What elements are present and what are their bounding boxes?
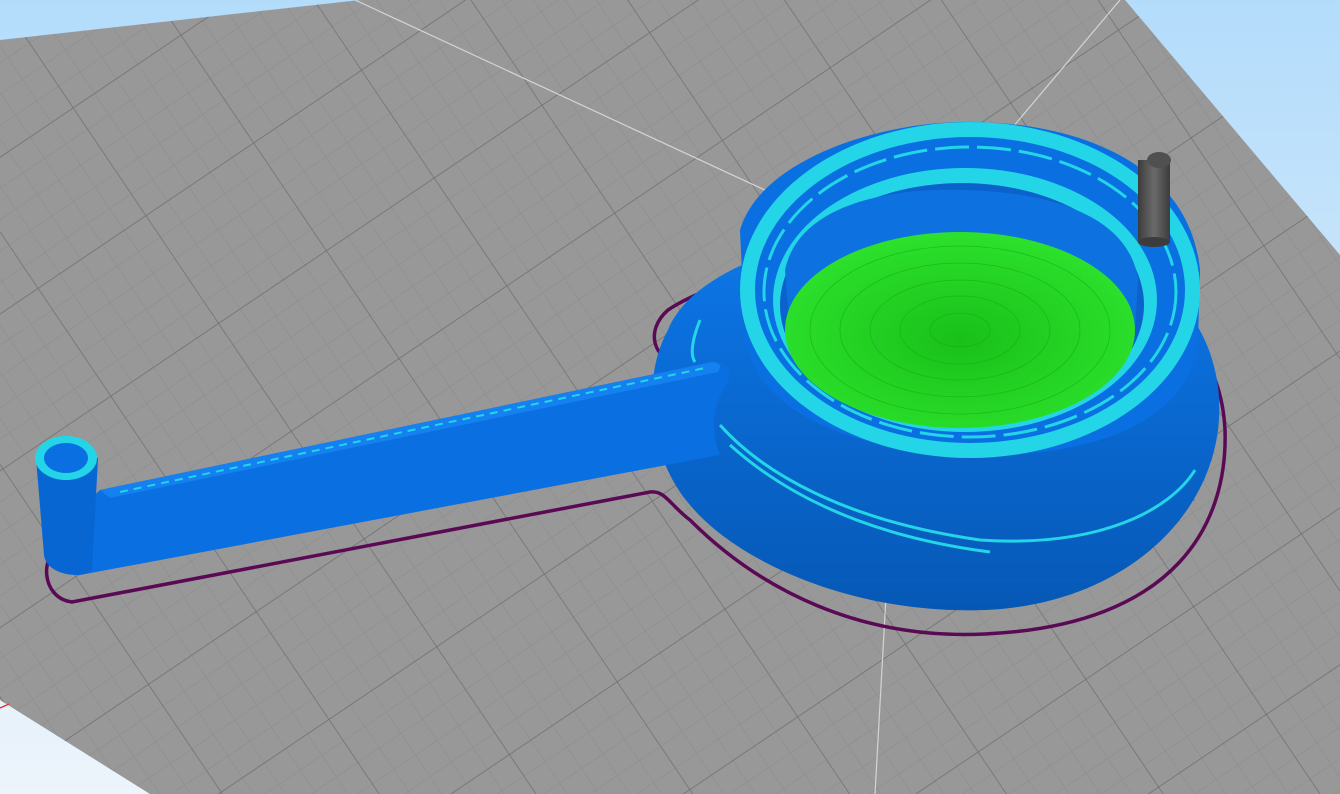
top-infill	[785, 232, 1135, 428]
spout-tube-opening	[44, 443, 88, 473]
viewport-canvas[interactable]	[0, 0, 1340, 794]
tool-pin-icon	[1138, 152, 1171, 247]
3d-viewport[interactable]	[0, 0, 1340, 794]
